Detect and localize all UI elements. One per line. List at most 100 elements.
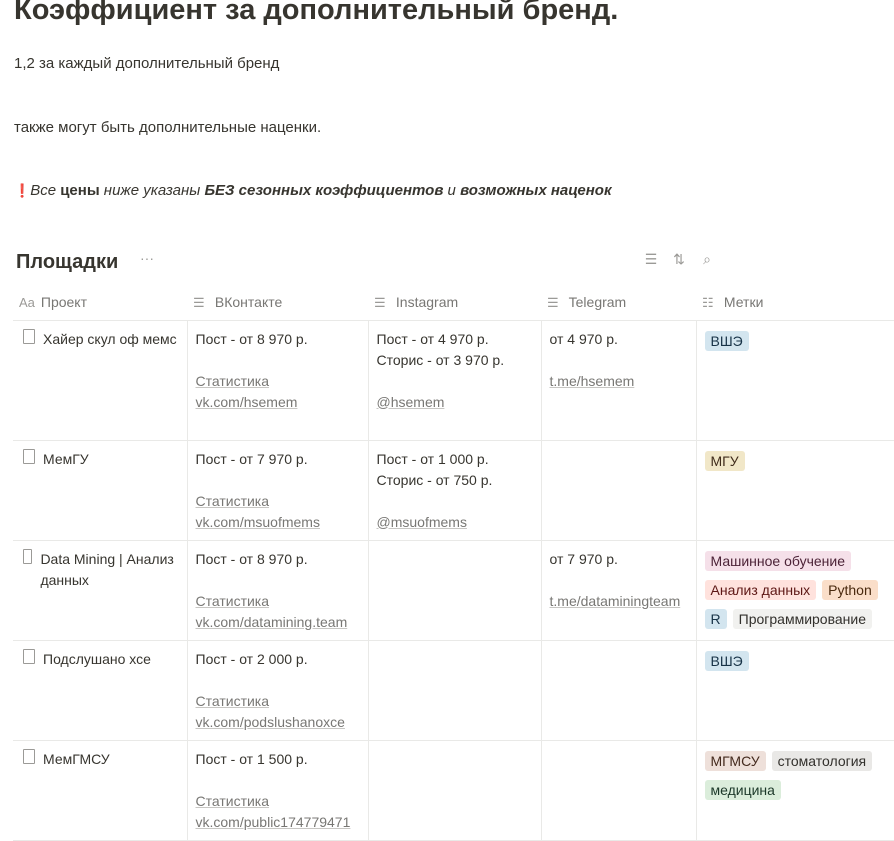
link[interactable]: Статистика <box>196 373 270 389</box>
price-line: Пост - от 2 000 р. <box>195 650 308 667</box>
sort-icon[interactable]: ⇅ <box>671 251 687 268</box>
link[interactable]: t.me/hsemem <box>550 373 635 389</box>
link[interactable]: vk.com/datamining.team <box>196 614 348 630</box>
link-line: @hsemem <box>377 392 533 413</box>
project-title[interactable]: МемГМСУ <box>43 749 110 770</box>
project-title[interactable]: Подслушано хсе <box>43 649 151 670</box>
cell-instagram[interactable] <box>367 540 541 641</box>
search-icon[interactable]: ⌕ <box>699 251 715 268</box>
more-icon[interactable]: ··· <box>140 250 154 266</box>
price-line: Пост - от 8 970 р. <box>195 330 308 347</box>
cell-telegram[interactable] <box>540 440 696 541</box>
filter-icon[interactable]: ☰ <box>643 251 659 268</box>
project-title[interactable]: МемГУ <box>43 449 89 470</box>
column-header[interactable]: ☰ Instagram <box>368 285 541 321</box>
column-type-icon: ☰ <box>193 294 205 310</box>
tag[interactable]: МГМСУ <box>704 750 766 771</box>
column-header[interactable]: ☰ ВКонтакте <box>187 285 368 321</box>
link[interactable]: Статистика <box>196 593 270 609</box>
link[interactable]: vk.com/podslushanoxce <box>196 714 345 730</box>
tag[interactable]: медицина <box>704 779 781 800</box>
cell-project[interactable]: Подслушано хсе <box>13 640 187 741</box>
cell-tags[interactable]: МГМСУ стоматология медицина <box>695 740 894 841</box>
cell-instagram[interactable] <box>367 640 541 741</box>
tag[interactable]: ВШЭ <box>704 330 749 351</box>
column-type-icon: ☰ <box>547 294 559 310</box>
price-line <box>550 570 688 591</box>
price-line: Пост - от 1 500 р. <box>195 750 308 767</box>
tag[interactable]: ВШЭ <box>704 650 749 671</box>
cell-vk[interactable]: Пост - от 8 970 р. Статистика vk.com/hsem… <box>186 320 368 441</box>
project-title[interactable]: Data Mining | Анализ данных <box>40 549 178 591</box>
link-line: Статистика <box>196 371 360 392</box>
cell-telegram[interactable] <box>540 640 696 741</box>
link-line: Статистика <box>196 691 360 712</box>
cell-tags[interactable]: ВШЭ <box>695 640 894 741</box>
column-header[interactable]: ☰ Telegram <box>541 285 696 321</box>
cell-vk[interactable]: Пост - от 8 970 р. Статистика vk.com/data… <box>186 540 368 641</box>
price-line: Пост - от 8 970 р. <box>195 550 308 567</box>
price-line: Сторис - от 750 р. <box>376 471 493 488</box>
price-line: от 4 970 р. <box>549 330 618 347</box>
project-name[interactable]: МемГМСУ <box>23 748 179 770</box>
tag[interactable]: стоматология <box>771 750 873 771</box>
cell-project[interactable]: МемГМСУ <box>13 740 187 841</box>
table-row[interactable]: МемГУ Пост - от 7 970 р. Статистика vk.com… <box>13 440 894 541</box>
tag[interactable]: Python <box>822 579 878 600</box>
cell-telegram[interactable] <box>540 740 696 841</box>
column-header[interactable]: ☷ Метки <box>696 285 894 321</box>
column-header[interactable]: Aa Проект <box>13 285 187 321</box>
link[interactable]: @msuofmems <box>377 514 467 530</box>
cell-instagram[interactable]: Пост - от 1 000 р. Сторис - от 750 р. @ms… <box>367 440 541 541</box>
table-row[interactable]: МемГМСУ Пост - от 1 500 р. Статистика vk.c… <box>13 740 894 841</box>
link[interactable]: @hsemem <box>377 394 445 410</box>
cell-tags[interactable]: Машинное обучение Анализ данных Python R Про… <box>695 540 894 641</box>
link-line: Статистика <box>196 591 360 612</box>
cell-telegram[interactable]: от 7 970 р. t.me/dataminingteam <box>540 540 696 641</box>
link-line: Статистика <box>196 491 360 512</box>
price-line <box>196 670 360 691</box>
column-label: Telegram <box>568 293 627 310</box>
project-name[interactable]: Data Mining | Анализ данных <box>23 548 179 591</box>
cell-project[interactable]: Data Mining | Анализ данных <box>13 540 187 641</box>
price-line: Пост - от 7 970 р. <box>195 450 308 467</box>
tag[interactable]: Анализ данных <box>704 579 817 600</box>
link[interactable]: Статистика <box>196 493 270 509</box>
cell-instagram[interactable]: Пост - от 4 970 р. Сторис - от 3 970 р. @… <box>367 320 541 441</box>
cell-vk[interactable]: Пост - от 2 000 р. Статистика vk.com/pods… <box>186 640 368 741</box>
link[interactable]: vk.com/msuofmems <box>196 514 320 530</box>
cell-project[interactable]: Хайер скул оф мемс <box>13 320 187 441</box>
tags: МГУ <box>704 448 887 477</box>
tags: ВШЭ <box>704 328 887 357</box>
project-name[interactable]: Подслушано хсе <box>23 648 179 670</box>
paragraph: 1,2 за каждый дополнительный бренд <box>14 55 280 72</box>
price-line <box>377 371 533 392</box>
cell-vk[interactable]: Пост - от 7 970 р. Статистика vk.com/msuo… <box>186 440 368 541</box>
tag[interactable]: Машинное обучение <box>704 550 851 571</box>
cell-project[interactable]: МемГУ <box>13 440 187 541</box>
cell-vk[interactable]: Пост - от 1 500 р. Статистика vk.com/publ… <box>186 740 368 841</box>
cell-instagram[interactable] <box>367 740 541 841</box>
tag[interactable]: МГУ <box>704 450 745 471</box>
cell-telegram[interactable]: от 4 970 р. t.me/hsemem <box>540 320 696 441</box>
link[interactable]: vk.com/hsemem <box>196 394 298 410</box>
link[interactable]: vk.com/public174779471 <box>196 814 351 830</box>
link-line: vk.com/podslushanoxce <box>196 712 360 733</box>
table-row[interactable]: Data Mining | Анализ данных Пост - от 8 9… <box>13 540 894 641</box>
cell-tags[interactable]: МГУ <box>695 440 894 541</box>
project-name[interactable]: Хайер скул оф мемс <box>23 328 179 350</box>
page-icon <box>23 548 33 564</box>
link[interactable]: t.me/dataminingteam <box>550 593 681 609</box>
project-title[interactable]: Хайер скул оф мемс <box>43 329 177 350</box>
table-row[interactable]: Подслушано хсе Пост - от 2 000 р. Статист… <box>13 640 894 741</box>
table-row[interactable]: Хайер скул оф мемс Пост - от 8 970 р. Ста… <box>13 320 894 441</box>
database-title[interactable]: Площадки <box>16 248 118 276</box>
cell-tags[interactable]: ВШЭ <box>695 320 894 441</box>
link[interactable]: Статистика <box>196 793 270 809</box>
link[interactable]: Статистика <box>196 693 270 709</box>
project-name[interactable]: МемГУ <box>23 448 179 470</box>
tag[interactable]: R <box>704 608 727 629</box>
page-icon <box>23 748 35 764</box>
link-line: t.me/hsemem <box>550 371 688 392</box>
tag[interactable]: Программирование <box>732 608 872 629</box>
